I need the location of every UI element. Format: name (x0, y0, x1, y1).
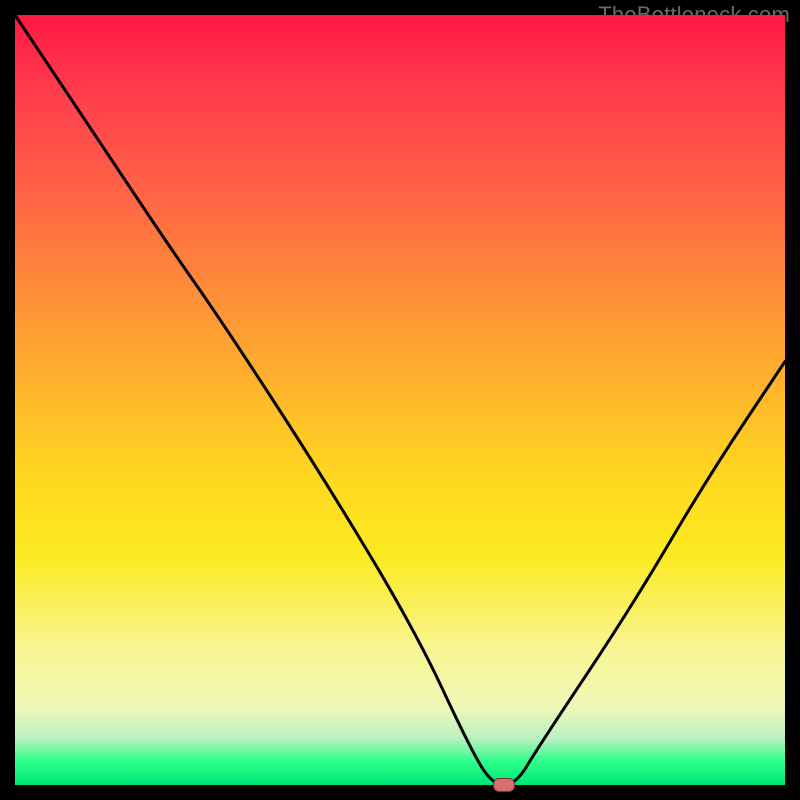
bottleneck-curve (15, 15, 785, 785)
chart-container: TheBottleneck.com (0, 0, 800, 800)
plot-area (15, 15, 785, 785)
optimal-point-marker (493, 778, 515, 792)
